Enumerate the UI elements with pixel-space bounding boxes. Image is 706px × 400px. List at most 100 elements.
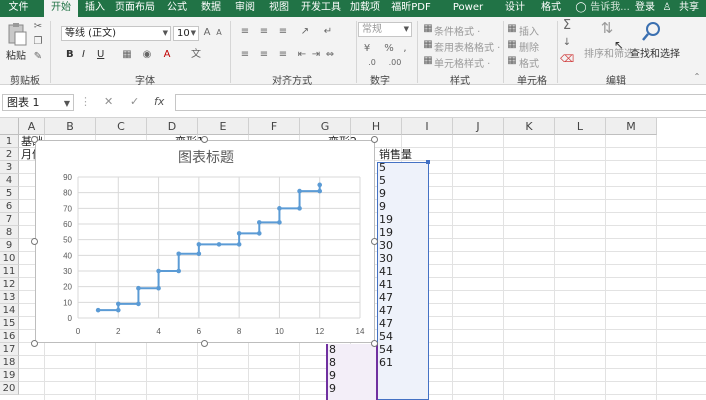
row-header-13[interactable]: 13 <box>0 291 19 304</box>
bold-button[interactable]: B <box>66 49 74 60</box>
cancel-icon[interactable]: ✕ <box>104 95 113 108</box>
tab-insert[interactable]: 插入 <box>80 0 110 17</box>
collapse-ribbon-icon[interactable]: ⌃ <box>692 71 702 83</box>
insert-button[interactable]: 插入 <box>519 23 539 38</box>
chart-resize-handle-s[interactable] <box>201 340 208 347</box>
font-size-select[interactable]: 10 ▼ <box>173 26 199 41</box>
cell-h16[interactable]: 54 <box>379 330 423 343</box>
font-color-icon[interactable]: A <box>161 49 173 61</box>
tell-me-search[interactable]: 告诉我... <box>590 0 630 17</box>
row-header-10[interactable]: 10 <box>0 252 19 265</box>
row-header-6[interactable]: 6 <box>0 200 19 213</box>
row-header-15[interactable]: 15 <box>0 317 19 330</box>
name-box[interactable]: 图表 1 ▼ <box>2 94 74 111</box>
chart-area[interactable]: 图表标题 0 10 20 30 40 50 60 70 80 90 0 2 4 6 8 10 12 14 <box>35 140 375 343</box>
column-header-h[interactable]: H <box>351 118 402 135</box>
number-format-select[interactable]: 常规 ▼ <box>358 22 412 37</box>
cell-h15[interactable]: 47 <box>379 317 423 330</box>
italic-button[interactable]: I <box>82 49 85 60</box>
login-link[interactable]: 登录 <box>632 0 658 17</box>
row-header-8[interactable]: 8 <box>0 226 19 239</box>
row-header-17[interactable]: 17 <box>0 343 19 356</box>
tab-view[interactable]: 视图 <box>264 0 294 17</box>
cell-h18[interactable]: 61 <box>379 356 423 369</box>
row-header-1[interactable]: 1 <box>0 135 19 148</box>
row-header-20[interactable]: 20 <box>0 382 19 395</box>
currency-icon[interactable]: ¥ <box>360 43 374 55</box>
column-header-g[interactable]: G <box>300 118 351 135</box>
copy-icon[interactable]: ❐ <box>32 36 44 48</box>
cell-g19[interactable]: 9 <box>329 369 373 382</box>
row-header-9[interactable]: 9 <box>0 239 19 252</box>
plot-area[interactable]: 0 10 20 30 40 50 60 70 80 90 0 2 4 6 8 10 12 14 <box>36 141 376 344</box>
sort-filter-button[interactable]: 排序和筛选 <box>584 45 634 60</box>
column-header-a[interactable]: A <box>19 118 45 135</box>
cell-h12[interactable]: 41 <box>379 278 423 291</box>
cell-style-button[interactable]: 单元格样式 · <box>434 55 490 70</box>
align-right-icon[interactable]: ≡ <box>277 49 289 61</box>
paste-label[interactable]: 粘贴 <box>6 47 26 62</box>
chart-resize-handle-nw[interactable] <box>31 136 38 143</box>
cell-h11[interactable]: 41 <box>379 265 423 278</box>
font-shrink-icon[interactable]: A <box>214 27 224 39</box>
tab-home[interactable]: 开始 <box>44 0 78 17</box>
column-header-b[interactable]: B <box>45 118 96 135</box>
cell-h7[interactable]: 19 <box>379 213 423 226</box>
cell-g18[interactable]: 8 <box>329 356 373 369</box>
chart-resize-handle-e[interactable] <box>371 238 378 245</box>
tab-page-layout[interactable]: 页面布局 <box>112 0 158 17</box>
increase-decimal-icon[interactable]: .0 <box>365 57 379 69</box>
align-top-icon[interactable]: ≡ <box>239 26 251 38</box>
chart-resize-handle-n[interactable] <box>201 136 208 143</box>
column-header-d[interactable]: D <box>147 118 198 135</box>
column-header-l[interactable]: L <box>555 118 606 135</box>
cut-icon[interactable]: ✂ <box>32 21 44 33</box>
decrease-indent-icon[interactable]: ⇤ <box>296 49 308 61</box>
cell-h13[interactable]: 47 <box>379 291 423 304</box>
range-handle[interactable] <box>426 160 430 164</box>
chart-resize-handle-se[interactable] <box>371 340 378 347</box>
chart-resize-handle-w[interactable] <box>31 238 38 245</box>
column-header-m[interactable]: M <box>606 118 657 135</box>
merge-center-icon[interactable]: ⇔ <box>324 49 336 61</box>
column-header-c[interactable]: C <box>96 118 147 135</box>
column-header-j[interactable]: J <box>453 118 504 135</box>
comma-icon[interactable]: , <box>400 43 410 55</box>
align-bottom-icon[interactable]: ≡ <box>277 26 289 38</box>
tab-foxit-pdf[interactable]: 福昕PDF <box>386 0 436 17</box>
cell-h5[interactable]: 9 <box>379 187 423 200</box>
row-header-11[interactable]: 11 <box>0 265 19 278</box>
format-painter-icon[interactable]: ✎ <box>32 51 44 63</box>
find-select-button[interactable]: 查找和选择 <box>630 45 680 60</box>
row-header-2[interactable]: 2 <box>0 148 19 161</box>
chart-resize-handle-sw[interactable] <box>31 340 38 347</box>
wrap-text-icon[interactable]: ↵ <box>322 26 334 38</box>
column-header-k[interactable]: K <box>504 118 555 135</box>
row-header-5[interactable]: 5 <box>0 187 19 200</box>
row-header-12[interactable]: 12 <box>0 278 19 291</box>
cell-h8[interactable]: 19 <box>379 226 423 239</box>
enter-icon[interactable]: ✓ <box>130 95 139 108</box>
cell-h9[interactable]: 30 <box>379 239 423 252</box>
clear-icon[interactable]: ⌫ <box>560 54 574 66</box>
cell-g17[interactable]: 8 <box>329 343 373 356</box>
cell-h10[interactable]: 30 <box>379 252 423 265</box>
format-button[interactable]: 格式 <box>519 55 539 70</box>
percent-icon[interactable]: % <box>384 43 394 55</box>
tab-format[interactable]: 格式 <box>536 0 566 17</box>
insert-function-icon[interactable]: fx <box>154 95 164 108</box>
cell-g20[interactable]: 9 <box>329 382 373 395</box>
chart-resize-handle-ne[interactable] <box>371 136 378 143</box>
tab-data[interactable]: 数据 <box>196 0 226 17</box>
phonetic-icon[interactable]: 文 <box>188 49 204 61</box>
share-button[interactable]: 共享 <box>674 0 704 17</box>
border-icon[interactable]: ▦ <box>121 49 133 61</box>
conditional-format-button[interactable]: 条件格式 · <box>434 23 480 38</box>
autosum-icon[interactable]: Σ <box>560 19 574 32</box>
cell-h6[interactable]: 9 <box>379 200 423 213</box>
tab-design[interactable]: 设计 <box>500 0 530 17</box>
align-middle-icon[interactable]: ≡ <box>258 26 270 38</box>
row-header-4[interactable]: 4 <box>0 174 19 187</box>
orientation-icon[interactable]: ↗ <box>299 26 311 38</box>
cell-h4[interactable]: 5 <box>379 174 423 187</box>
